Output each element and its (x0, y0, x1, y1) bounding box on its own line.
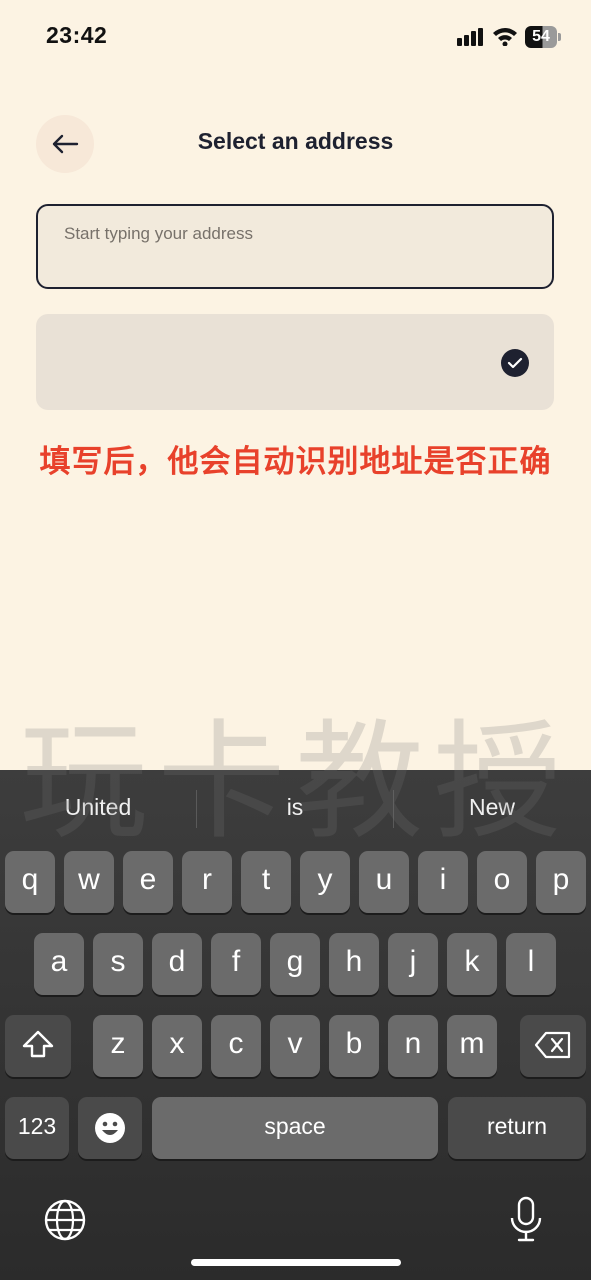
prediction-item[interactable]: New (394, 794, 590, 821)
emoji-key[interactable] (78, 1097, 142, 1159)
key[interactable]: z (93, 1015, 143, 1077)
space-key[interactable]: space (152, 1097, 438, 1159)
home-indicator (191, 1259, 401, 1266)
key[interactable]: i (418, 851, 468, 913)
battery-tip (558, 33, 561, 41)
key[interactable]: c (211, 1015, 261, 1077)
key[interactable]: a (34, 933, 84, 995)
key[interactable]: j (388, 933, 438, 995)
shift-icon (22, 1030, 54, 1058)
cellular-signal-icon (457, 28, 483, 46)
annotation-text: 填写后，他会自动识别地址是否正确 (39, 444, 552, 480)
key[interactable]: t (241, 851, 291, 913)
wifi-icon (493, 28, 517, 46)
keyboard: United is New q w e r t y u i o p a s d … (0, 770, 591, 1280)
key[interactable]: n (388, 1015, 438, 1077)
check-circle-icon (501, 349, 529, 377)
key[interactable]: m (447, 1015, 497, 1077)
key[interactable]: r (182, 851, 232, 913)
key[interactable]: b (329, 1015, 379, 1077)
key[interactable]: l (506, 933, 556, 995)
address-input[interactable] (62, 220, 526, 248)
page-title: Select an address (197, 128, 394, 154)
key[interactable]: s (93, 933, 143, 995)
return-key[interactable]: return (448, 1097, 586, 1159)
key[interactable]: y (300, 851, 350, 913)
backspace-key[interactable] (520, 1015, 586, 1077)
address-field[interactable] (36, 204, 554, 289)
numbers-key[interactable]: 123 (5, 1097, 69, 1159)
prediction-item[interactable]: is (197, 794, 393, 821)
address-suggestion-card[interactable] (36, 314, 554, 410)
microphone-icon[interactable] (507, 1196, 545, 1244)
key[interactable]: f (211, 933, 261, 995)
key[interactable]: k (447, 933, 497, 995)
globe-icon[interactable] (43, 1198, 87, 1242)
key[interactable]: e (123, 851, 173, 913)
key[interactable]: d (152, 933, 202, 995)
backspace-icon (534, 1031, 571, 1059)
shift-key[interactable] (5, 1015, 71, 1077)
key[interactable]: v (270, 1015, 320, 1077)
key[interactable]: g (270, 933, 320, 995)
prediction-item[interactable]: United (0, 794, 196, 821)
battery-indicator: 54 (525, 26, 557, 48)
status-bar: 23:42 54 (0, 0, 591, 76)
key[interactable]: w (64, 851, 114, 913)
key[interactable]: h (329, 933, 379, 995)
key[interactable]: p (536, 851, 586, 913)
key[interactable]: u (359, 851, 409, 913)
key[interactable]: q (5, 851, 55, 913)
prediction-bar: United is New (0, 770, 591, 848)
emoji-icon (95, 1113, 125, 1143)
key[interactable]: x (152, 1015, 202, 1077)
key[interactable]: o (477, 851, 527, 913)
status-time: 23:42 (46, 22, 108, 48)
